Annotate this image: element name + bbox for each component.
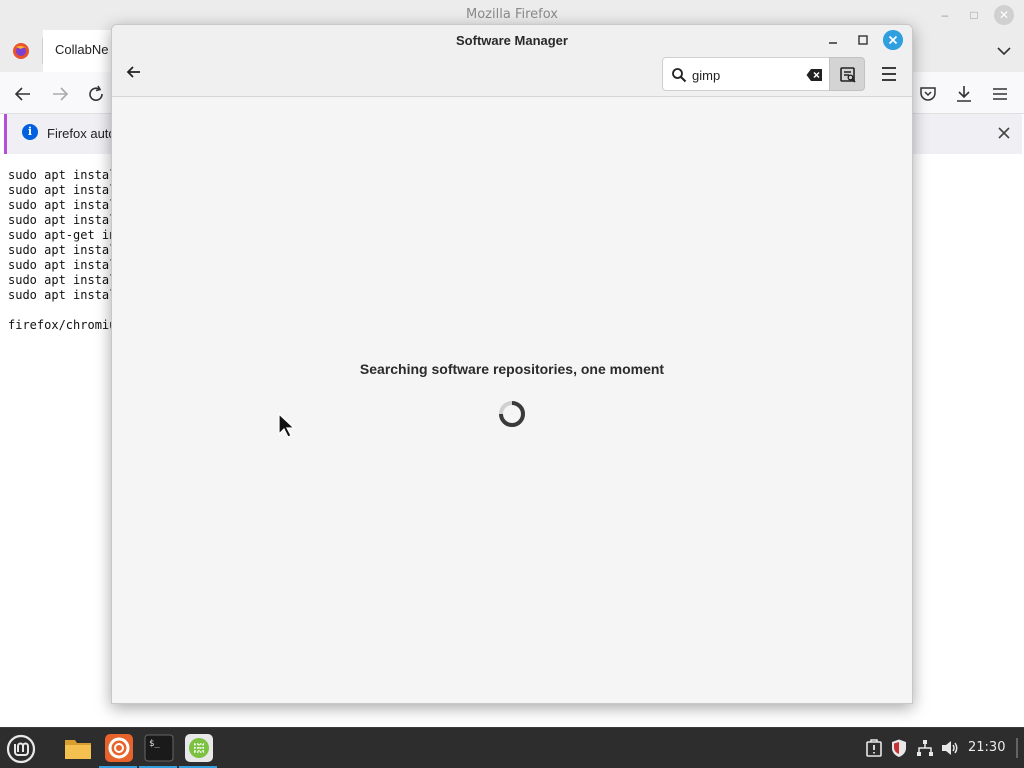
page-text-line: sudo apt instal (8, 258, 117, 272)
chevron-down-icon[interactable] (994, 41, 1014, 61)
firefox-logo-icon (13, 43, 29, 59)
software-manager-window: Software Manager gimp Searching software… (111, 24, 913, 704)
loading-spinner-icon (499, 401, 525, 427)
download-icon[interactable] (953, 83, 975, 105)
updates-icon[interactable] (864, 738, 884, 758)
document-search-icon (840, 67, 856, 83)
taskbar-files-button[interactable] (58, 728, 96, 768)
firefox-close-button[interactable]: ✕ (994, 5, 1014, 25)
search-in-descriptions-toggle[interactable] (829, 57, 865, 91)
mint-menu-icon[interactable] (5, 733, 37, 765)
firefox-maximize-button[interactable]: □ (964, 5, 984, 25)
taskbar-firefox-button[interactable] (99, 728, 137, 768)
page-text-line: sudo apt instal (8, 198, 117, 212)
forward-arrow-icon[interactable] (49, 83, 71, 105)
page-text-line: sudo apt instal (8, 213, 117, 227)
page-text-line: sudo apt instal (8, 288, 117, 302)
pocket-icon[interactable] (917, 83, 939, 105)
page-text-line: sudo apt instal (8, 168, 117, 182)
clear-text-icon[interactable] (806, 68, 823, 82)
notification-text: Firefox auto (47, 126, 116, 141)
close-icon[interactable] (994, 123, 1014, 143)
taskbar-software-manager-button[interactable] (179, 728, 217, 768)
show-desktop-button[interactable] (1012, 736, 1022, 760)
terminal-icon: $_ (144, 734, 174, 762)
maximize-icon[interactable] (854, 31, 872, 49)
page-text-line: sudo apt instal (8, 183, 117, 197)
hamburger-menu-icon[interactable] (879, 65, 899, 83)
firefox-minimize-button[interactable]: – (935, 5, 955, 25)
search-input[interactable] (692, 65, 800, 85)
taskbar: $_ 21:30 (0, 727, 1024, 768)
page-text-line (8, 303, 116, 318)
back-arrow-icon[interactable] (12, 83, 34, 105)
tab-label: CollabNe (55, 42, 109, 57)
info-icon: i (22, 124, 38, 140)
page-text: sudo apt instal sudo apt instal sudo apt i… (8, 168, 116, 333)
page-text-line: sudo apt instal (8, 243, 117, 257)
window-title: Software Manager (456, 33, 568, 48)
mouse-pointer-icon (278, 412, 296, 438)
show-desktop-icon (1016, 738, 1018, 758)
files-icon (65, 740, 91, 759)
hamburger-menu-icon[interactable] (989, 83, 1011, 105)
software-manager-content: Searching software repositories, one mom… (112, 98, 912, 703)
software-manager-headerbar: Software Manager (112, 25, 912, 97)
volume-icon[interactable] (940, 738, 960, 758)
clock[interactable]: 21:30 (968, 740, 1005, 755)
page-text-line: sudo apt instal (8, 273, 117, 287)
taskbar-terminal-button[interactable]: $_ (139, 728, 177, 768)
close-icon[interactable] (883, 30, 903, 50)
shield-icon[interactable] (889, 738, 909, 758)
search-entry[interactable] (662, 57, 830, 91)
page-text-line: firefox/chromiu (8, 318, 117, 332)
search-icon (672, 68, 687, 83)
minimize-icon[interactable] (824, 31, 842, 49)
svg-text:$_: $_ (149, 739, 160, 749)
page-text-line: sudo apt-get in (8, 228, 117, 242)
back-arrow-icon[interactable] (125, 63, 143, 81)
search-status-text: Searching software repositories, one mom… (359, 361, 665, 377)
firefox-window-title: Mozilla Firefox (466, 7, 558, 22)
firefox-icon (105, 734, 133, 762)
network-icon[interactable] (915, 738, 935, 758)
software-manager-icon (185, 734, 213, 762)
reload-icon[interactable] (85, 83, 107, 105)
